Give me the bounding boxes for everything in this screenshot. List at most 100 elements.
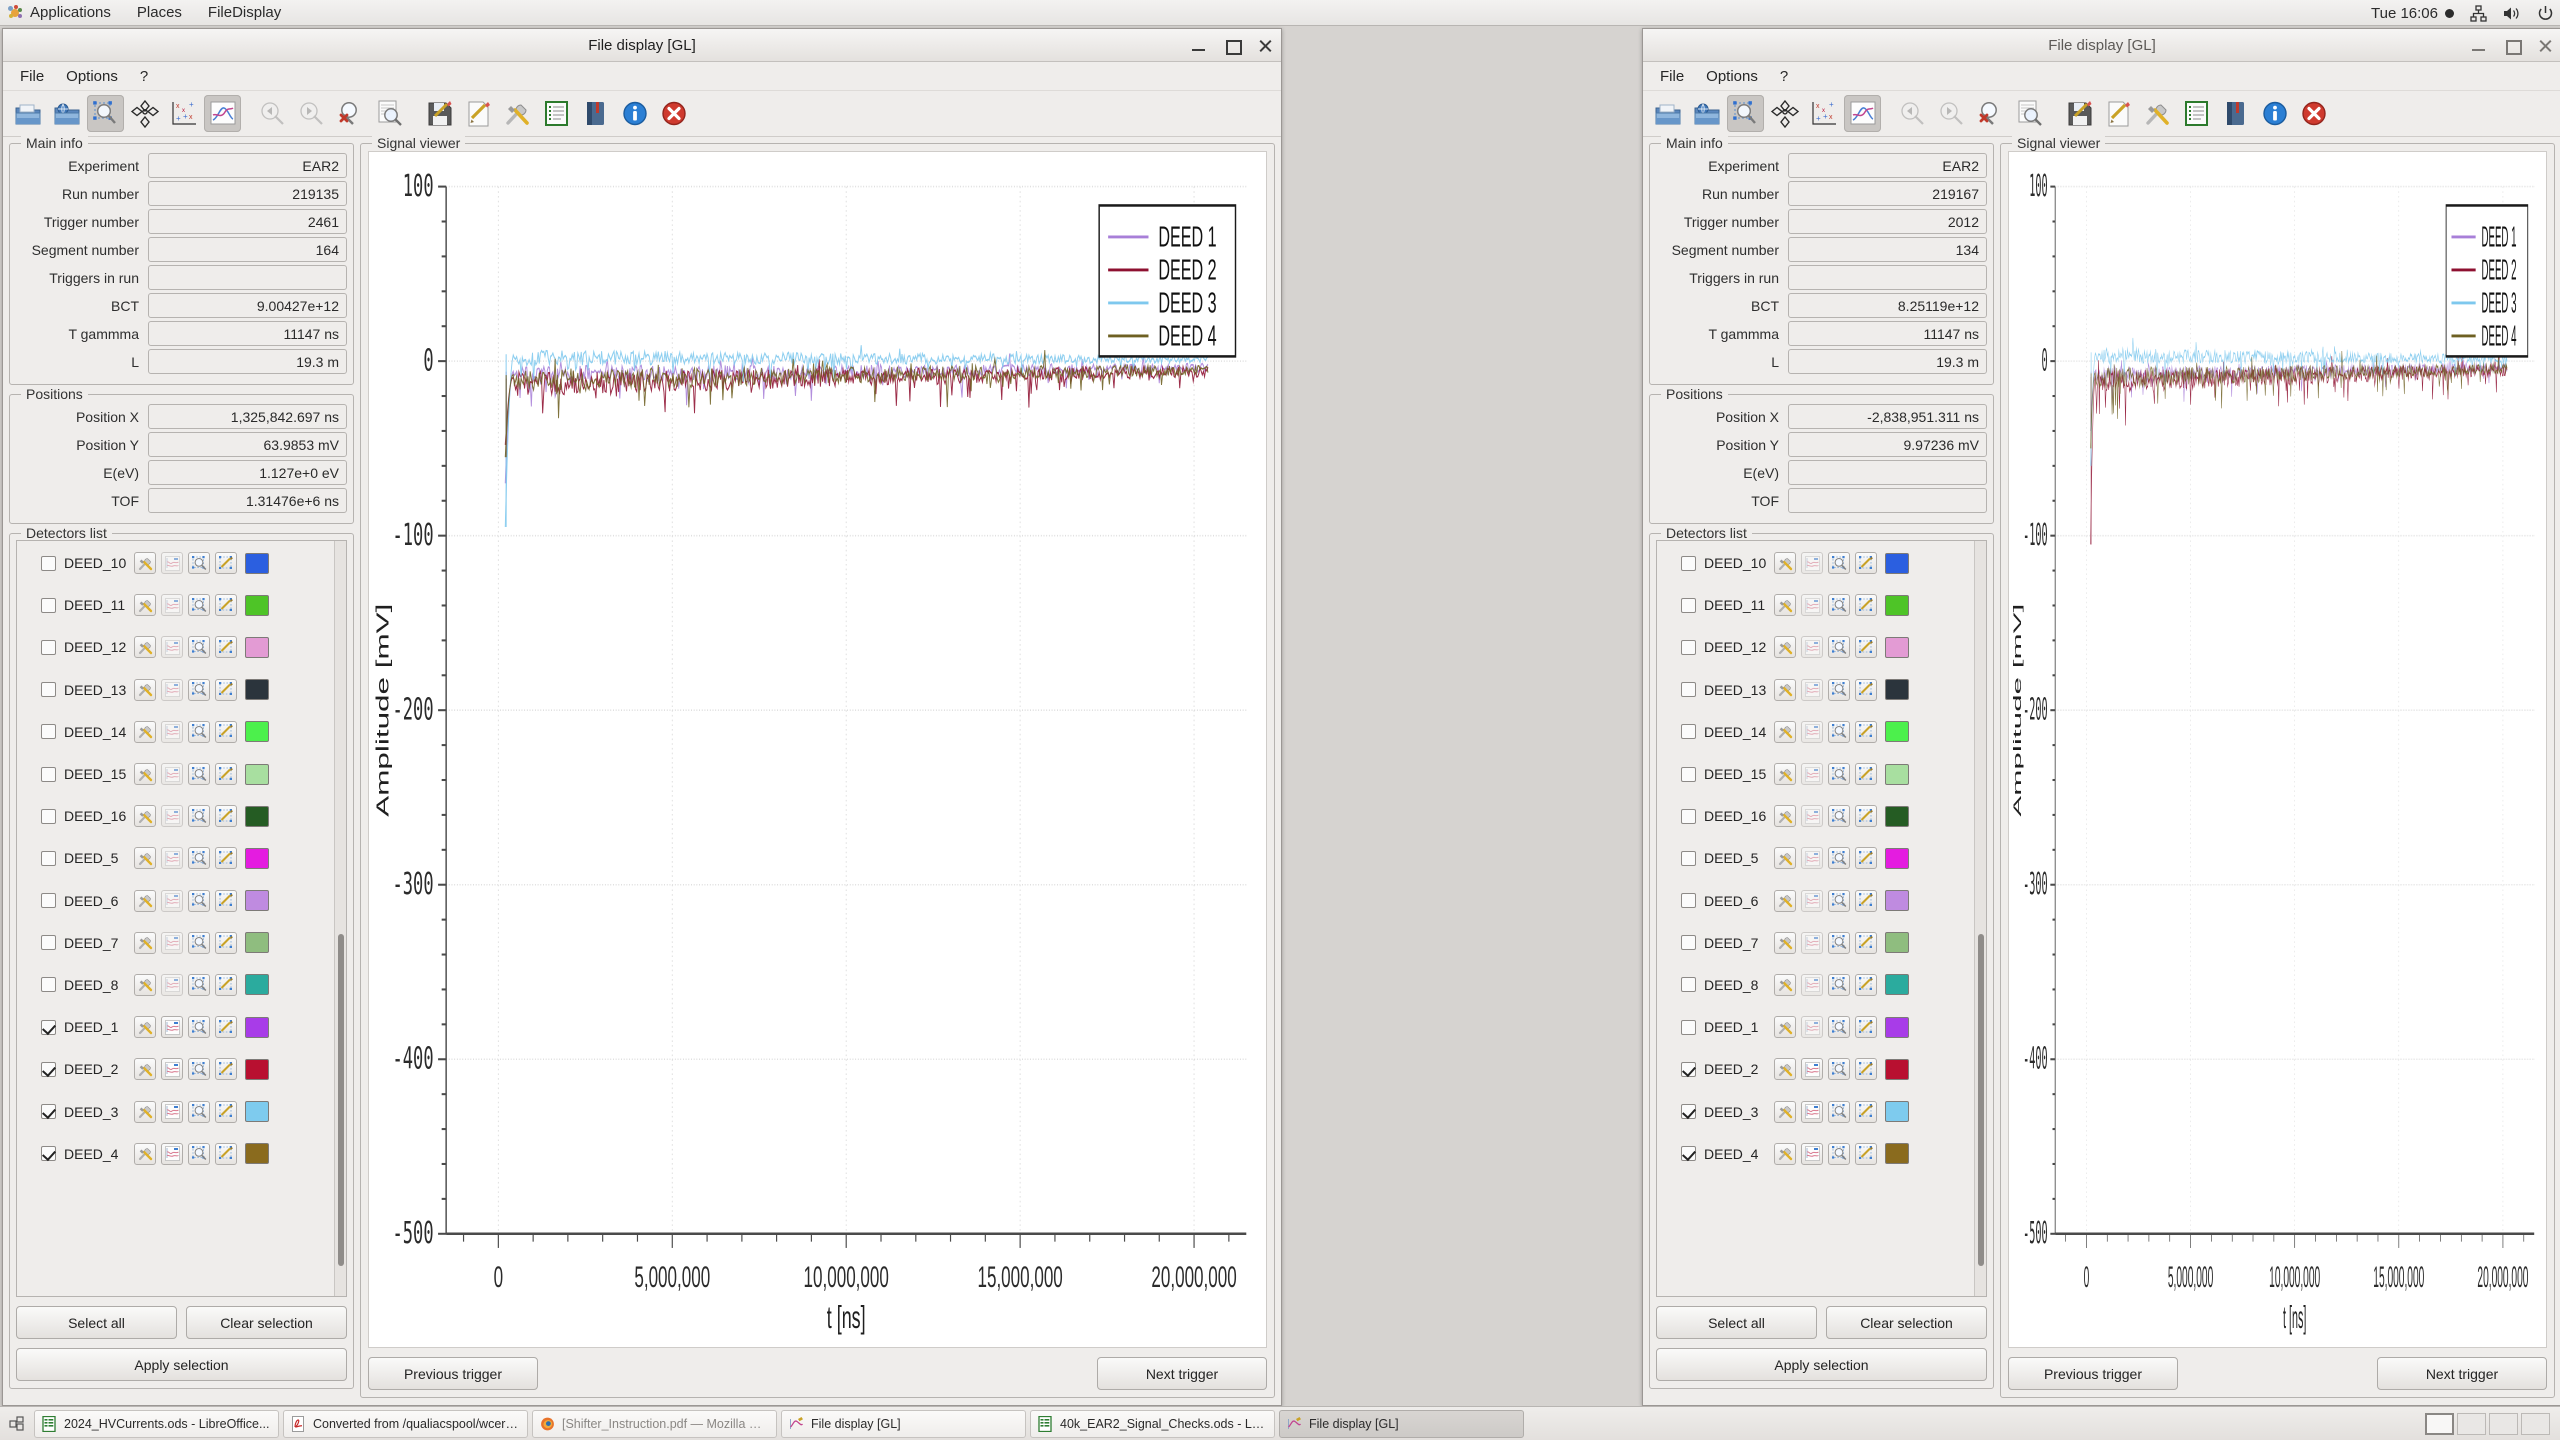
network-icon[interactable] <box>2470 5 2487 22</box>
workspace-4[interactable] <box>2521 1413 2550 1435</box>
detector-waveform-icon-deed_8-L[interactable] <box>161 974 183 996</box>
detector-settings-icon-deed_3-L[interactable] <box>134 1101 156 1123</box>
detector-color-swatch-deed_15-R[interactable] <box>1885 764 1909 785</box>
detector-zoom-icon-deed_3-R[interactable] <box>1828 1101 1850 1123</box>
apply-selection-button-L[interactable]: Apply selection <box>16 1348 347 1381</box>
detector-edit-icon-deed_8-L[interactable] <box>215 974 237 996</box>
detector-settings-icon-deed_10-L[interactable] <box>134 552 156 574</box>
toolbar-page-zoom-icon-L[interactable] <box>371 95 408 132</box>
detector-color-swatch-deed_8-R[interactable] <box>1885 974 1909 995</box>
detector-zoom-icon-deed_10-L[interactable] <box>188 552 210 574</box>
field-value-e-ev--R[interactable] <box>1788 460 1987 485</box>
detector-edit-icon-deed_11-L[interactable] <box>215 594 237 616</box>
field-value-bct-L[interactable]: 9.00427e+12 <box>148 293 347 318</box>
detector-zoom-icon-deed_11-L[interactable] <box>188 594 210 616</box>
taskbar-item-2[interactable]: [Shifter_Instruction.pdf — Mozilla Fi... <box>532 1410 777 1438</box>
detector-color-swatch-deed_14-L[interactable] <box>245 721 269 742</box>
detector-color-swatch-deed_4-L[interactable] <box>245 1143 269 1164</box>
detector-settings-icon-deed_16-R[interactable] <box>1774 805 1796 827</box>
detector-color-swatch-deed_12-R[interactable] <box>1885 637 1909 658</box>
taskbar-item-5[interactable]: File display [GL] <box>1279 1410 1524 1438</box>
detector-color-swatch-deed_1-L[interactable] <box>245 1017 269 1038</box>
toolbar-open-remote-file-icon-R[interactable] <box>1688 95 1725 132</box>
toolbar-open-file-icon-L[interactable] <box>9 95 46 132</box>
toolbar-close-icon-L[interactable] <box>655 95 692 132</box>
detector-row-deed_5-R[interactable]: DEED_5 <box>1657 837 1974 879</box>
detector-zoom-icon-deed_6-L[interactable] <box>188 890 210 912</box>
detector-settings-icon-deed_5-R[interactable] <box>1774 847 1796 869</box>
detector-color-swatch-deed_6-R[interactable] <box>1885 890 1909 911</box>
detector-row-deed_10-R[interactable]: DEED_10 <box>1657 542 1974 584</box>
minimize-button-L[interactable] <box>1191 38 1207 54</box>
detector-waveform-icon-deed_8-R[interactable] <box>1801 974 1823 996</box>
detector-zoom-icon-deed_16-R[interactable] <box>1828 805 1850 827</box>
toolbar-save-edit-icon-L[interactable] <box>421 95 458 132</box>
detector-row-deed_14-L[interactable]: DEED_14 <box>17 711 334 753</box>
detector-edit-icon-deed_2-R[interactable] <box>1855 1058 1877 1080</box>
detector-row-deed_11-R[interactable]: DEED_11 <box>1657 584 1974 626</box>
detector-waveform-icon-deed_5-R[interactable] <box>1801 847 1823 869</box>
detector-edit-icon-deed_5-R[interactable] <box>1855 847 1877 869</box>
detector-checkbox-deed_6-R[interactable] <box>1681 893 1696 908</box>
menu-options-R[interactable]: Options <box>1695 65 1769 88</box>
detector-row-deed_3-L[interactable]: DEED_3 <box>17 1090 334 1132</box>
detector-waveform-icon-deed_6-L[interactable] <box>161 890 183 912</box>
titlebar-L[interactable]: File display [GL] <box>3 29 1281 62</box>
detector-settings-icon-deed_6-L[interactable] <box>134 890 156 912</box>
detector-zoom-icon-deed_12-R[interactable] <box>1828 636 1850 658</box>
next-trigger-button-L[interactable]: Next trigger <box>1097 1357 1267 1390</box>
detector-checkbox-deed_3-L[interactable] <box>41 1104 56 1119</box>
workspace-1[interactable] <box>2425 1413 2454 1435</box>
detector-checkbox-deed_10-R[interactable] <box>1681 556 1696 571</box>
detector-edit-icon-deed_15-R[interactable] <box>1855 763 1877 785</box>
detector-settings-icon-deed_8-L[interactable] <box>134 974 156 996</box>
detector-checkbox-deed_7-R[interactable] <box>1681 935 1696 950</box>
detector-settings-icon-deed_7-R[interactable] <box>1774 932 1796 954</box>
detector-checkbox-deed_7-L[interactable] <box>41 935 56 950</box>
detector-edit-icon-deed_16-L[interactable] <box>215 805 237 827</box>
detector-waveform-icon-deed_7-L[interactable] <box>161 932 183 954</box>
menu-file-R[interactable]: File <box>1649 65 1695 88</box>
field-value-l-L[interactable]: 19.3 m <box>148 349 347 374</box>
menu-help-L[interactable]: ? <box>129 65 159 88</box>
detector-row-deed_13-R[interactable]: DEED_13 <box>1657 669 1974 711</box>
detector-settings-icon-deed_12-L[interactable] <box>134 636 156 658</box>
workspace-switcher[interactable] <box>2425 1413 2556 1435</box>
menu-places[interactable]: Places <box>124 0 195 26</box>
detector-color-swatch-deed_3-L[interactable] <box>245 1101 269 1122</box>
detector-waveform-icon-deed_2-R[interactable] <box>1801 1058 1823 1080</box>
detector-zoom-icon-deed_7-L[interactable] <box>188 932 210 954</box>
detector-zoom-icon-deed_3-L[interactable] <box>188 1101 210 1123</box>
toolbar-zoom-reset-icon-L[interactable] <box>332 95 369 132</box>
toolbar-book-icon-R[interactable] <box>2217 95 2254 132</box>
select-all-button-L[interactable]: Select all <box>16 1306 177 1339</box>
toolbar-edit-note-icon-R[interactable] <box>2100 95 2137 132</box>
detector-color-swatch-deed_13-L[interactable] <box>245 679 269 700</box>
detector-edit-icon-deed_3-R[interactable] <box>1855 1101 1877 1123</box>
power-icon[interactable] <box>2537 5 2554 22</box>
detector-zoom-icon-deed_15-L[interactable] <box>188 763 210 785</box>
detector-row-deed_7-L[interactable]: DEED_7 <box>17 922 334 964</box>
detector-waveform-icon-deed_15-L[interactable] <box>161 763 183 785</box>
detector-zoom-icon-deed_4-R[interactable] <box>1828 1143 1850 1165</box>
field-value-t-gammma-L[interactable]: 11147 ns <box>148 321 347 346</box>
detector-zoom-icon-deed_8-L[interactable] <box>188 974 210 996</box>
detector-checkbox-deed_13-L[interactable] <box>41 682 56 697</box>
toolbar-tools-icon-L[interactable] <box>499 95 536 132</box>
toolbar-page-zoom-icon-R[interactable] <box>2011 95 2048 132</box>
detector-waveform-icon-deed_14-L[interactable] <box>161 721 183 743</box>
detector-settings-icon-deed_14-R[interactable] <box>1774 721 1796 743</box>
detector-row-deed_3-R[interactable]: DEED_3 <box>1657 1090 1974 1132</box>
signal-plot-L[interactable]: 1000-100-200-300-400-50005,000,00010,000… <box>368 151 1267 1348</box>
clear-selection-button-L[interactable]: Clear selection <box>186 1306 347 1339</box>
detector-color-swatch-deed_8-L[interactable] <box>245 974 269 995</box>
detector-waveform-icon-deed_10-R[interactable] <box>1801 552 1823 574</box>
detector-waveform-icon-deed_4-R[interactable] <box>1801 1143 1823 1165</box>
detector-edit-icon-deed_7-R[interactable] <box>1855 932 1877 954</box>
detector-checkbox-deed_5-R[interactable] <box>1681 851 1696 866</box>
toolbar-pan-move-icon-R[interactable] <box>1766 95 1803 132</box>
detector-waveform-icon-deed_6-R[interactable] <box>1801 890 1823 912</box>
previous-trigger-button-R[interactable]: Previous trigger <box>2008 1357 2178 1390</box>
clock[interactable]: Tue 16:06 <box>2371 5 2454 22</box>
volume-icon[interactable] <box>2503 5 2521 22</box>
